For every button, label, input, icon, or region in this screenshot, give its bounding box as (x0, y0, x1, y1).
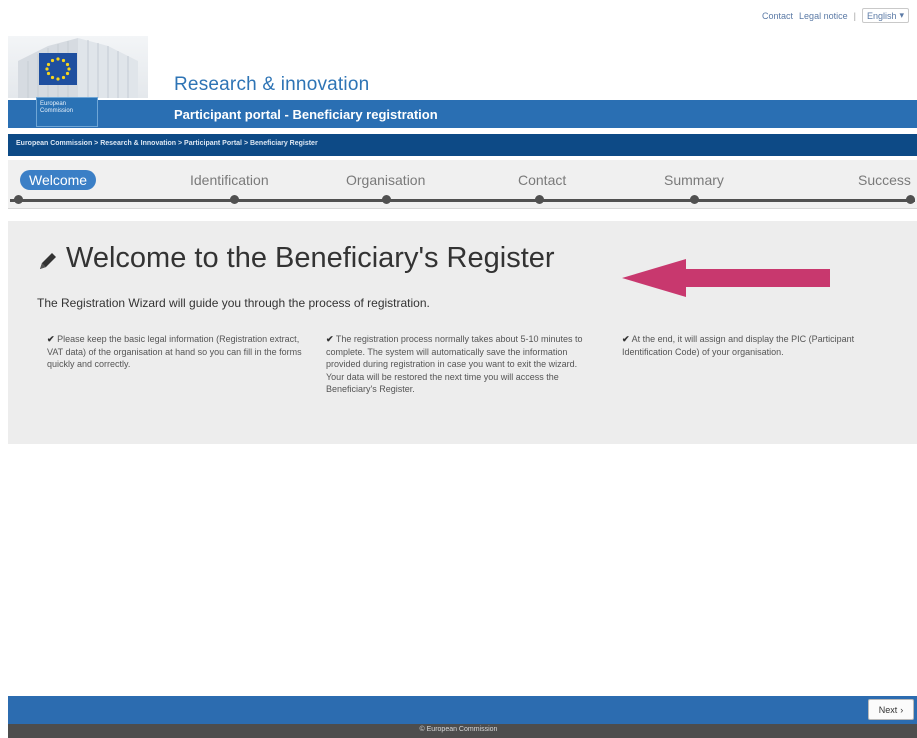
info-text: The registration process normally takes … (326, 334, 583, 394)
chevron-right-icon: › (900, 704, 904, 715)
info-text: Please keep the basic legal information … (47, 334, 302, 369)
check-icon: ✔ (622, 334, 630, 344)
arrow-left-icon (622, 259, 832, 302)
top-links: Contact Legal notice | English ▾ (762, 8, 909, 23)
ec-logo-line1: European (40, 101, 67, 107)
title-bar (8, 100, 917, 128)
check-icon: ✔ (326, 334, 334, 344)
check-icon: ✔ (47, 334, 55, 344)
eu-flag-icon (39, 53, 77, 85)
legal-notice-link[interactable]: Legal notice (799, 11, 848, 21)
info-column: ✔ Please keep the basic legal informatio… (47, 333, 312, 371)
step-success[interactable]: Success (858, 172, 911, 188)
language-select[interactable]: English ▾ (861, 8, 909, 23)
step-welcome[interactable]: Welcome (20, 170, 97, 190)
chevron-down-icon: ▾ (899, 10, 904, 20)
language-label: English (866, 10, 897, 21)
step-dot (382, 195, 391, 204)
footer-bar (8, 696, 917, 724)
page-title: Welcome to the Beneficiary's Register (66, 242, 555, 274)
step-identification[interactable]: Identification (190, 172, 269, 188)
info-text: At the end, it will assign and display t… (622, 334, 855, 357)
step-track (10, 199, 915, 202)
next-button[interactable]: Next › (868, 699, 914, 720)
step-dot (690, 195, 699, 204)
separator: | (853, 10, 856, 21)
step-contact[interactable]: Contact (518, 172, 566, 188)
portal-title: Participant portal - Beneficiary registr… (174, 107, 438, 122)
breadcrumb[interactable]: European Commission > Research & Innovat… (16, 140, 318, 147)
info-column: ✔ The registration process normally take… (326, 333, 591, 396)
site-title[interactable]: Research & innovation (174, 74, 369, 96)
step-dot (906, 195, 915, 204)
pencil-icon (37, 250, 59, 277)
contact-link[interactable]: Contact (762, 11, 793, 21)
next-label: Next (878, 704, 898, 715)
info-column: ✔ At the end, it will assign and display… (622, 333, 887, 358)
step-dot (535, 195, 544, 204)
ec-logo-line2: Commission (40, 108, 74, 114)
intro-text: The Registration Wizard will guide you t… (37, 296, 430, 310)
step-summary[interactable]: Summary (664, 172, 724, 188)
step-organisation[interactable]: Organisation (346, 172, 425, 188)
copyright: © European Commission (419, 726, 498, 733)
step-dot (230, 195, 239, 204)
building-logo (8, 36, 148, 98)
ec-logo-text: European Commission (40, 101, 73, 115)
step-dot (14, 195, 23, 204)
